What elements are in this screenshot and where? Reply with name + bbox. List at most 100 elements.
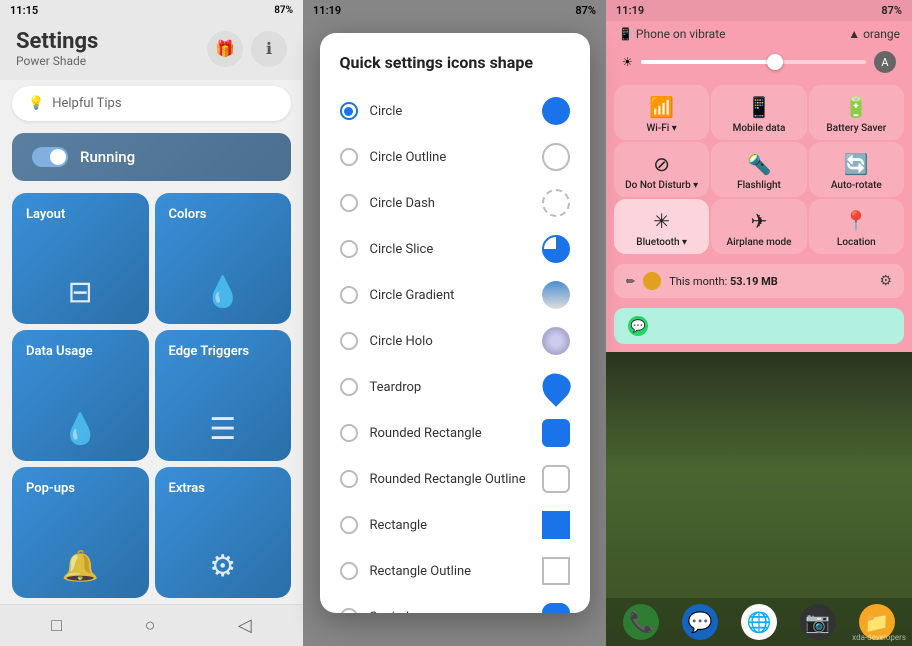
shape-preview-circle-gradient (542, 281, 570, 309)
radio-rounded-rect-outline (340, 470, 358, 488)
shape-label-dash: Circle Dash (370, 196, 530, 211)
shape-label-rounded-rect-outline: Rounded Rectangle Outline (370, 472, 530, 487)
battery-saver-icon: 🔋 (844, 95, 869, 119)
battery-1: 87% (274, 5, 293, 16)
layout-label: Layout (26, 207, 65, 222)
radio-rounded-rect (340, 424, 358, 442)
dialog-card: Quick settings icons shape Circle Circle… (320, 33, 590, 613)
notif-panel: 11:19 87% 📳 Phone on vibrate ▲ orange ☀ … (606, 0, 912, 646)
shape-preview-rounded-rect-outline (542, 465, 570, 493)
radio-circle-outline (340, 148, 358, 166)
edge-triggers-label: Edge Triggers (169, 344, 250, 359)
battery-saver-label: Battery Saver (826, 123, 886, 134)
extras-icon: ⚙ (209, 549, 236, 584)
radio-circle-dash (340, 194, 358, 212)
shape-label-squircle: Squircle (370, 610, 530, 614)
shape-label-gradient: Circle Gradient (370, 288, 530, 303)
shape-preview-rounded-rect (542, 419, 570, 447)
data-usage-label: This month: 53.19 MB (669, 275, 778, 288)
chrome-dock-icon[interactable]: 🌐 (741, 604, 777, 640)
gift-icon[interactable]: 🎁 (207, 31, 243, 67)
running-label: Running (80, 148, 135, 166)
layout-icon: ⊟ (68, 275, 93, 310)
brightness-thumb (767, 54, 783, 70)
settings-header: Settings Power Shade 🎁 ℹ (0, 21, 303, 80)
qs-tile-flashlight[interactable]: 🔦 Flashlight (711, 142, 806, 197)
qs-tile-dnd[interactable]: ⊘ Do Not Disturb ▾ (614, 142, 709, 197)
qs-tile-battery-saver[interactable]: 🔋 Battery Saver (809, 85, 904, 140)
menu-tile-edge-triggers[interactable]: Edge Triggers ☰ (155, 330, 292, 461)
helpful-tips-button[interactable]: 💡 Helpful Tips (12, 86, 291, 121)
data-circle-icon (643, 272, 661, 290)
shape-label-rectangle-outline: Rectangle Outline (370, 564, 530, 579)
menu-tile-colors[interactable]: Colors 💧 (155, 193, 292, 324)
menu-tile-extras[interactable]: Extras ⚙ (155, 467, 292, 598)
nav-square-1[interactable]: □ (51, 615, 62, 636)
settings-panel: 11:15 87% Settings Power Shade 🎁 ℹ 💡 Hel… (0, 0, 303, 646)
running-bar[interactable]: Running (12, 133, 291, 181)
camera-dock-icon[interactable]: 📷 (800, 604, 836, 640)
shape-option-circle-dash[interactable]: Circle Dash (320, 180, 590, 226)
settings-gear-icon[interactable]: ⚙ (879, 273, 892, 289)
nav-circle-1[interactable]: ○ (145, 615, 156, 636)
notif-top-row: 📳 Phone on vibrate ▲ orange (606, 21, 912, 47)
popups-label: Pop-ups (26, 481, 75, 496)
qs-tile-location[interactable]: 📍 Location (809, 199, 904, 254)
shape-option-teardrop[interactable]: Teardrop (320, 364, 590, 410)
shape-option-squircle[interactable]: Squircle (320, 594, 590, 613)
radio-rectangle-outline (340, 562, 358, 580)
whatsapp-icon: 💬 (628, 316, 648, 336)
messages-dock-icon[interactable]: 💬 (682, 604, 718, 640)
helpful-tips-label: Helpful Tips (52, 96, 121, 111)
menu-tile-layout[interactable]: Layout ⊟ (12, 193, 149, 324)
mobile-data-label: Mobile data (733, 123, 786, 134)
brightness-track[interactable] (641, 60, 866, 64)
dnd-label: Do Not Disturb ▾ (625, 180, 698, 191)
qs-tile-mobile-data[interactable]: 📱 Mobile data (711, 85, 806, 140)
phone-dock-icon[interactable]: 📞 (623, 604, 659, 640)
menu-grid: Layout ⊟ Colors 💧 Data Usage 💧 Edge Trig… (0, 187, 303, 604)
shape-option-circle-slice[interactable]: Circle Slice (320, 226, 590, 272)
shape-option-circle-outline[interactable]: Circle Outline (320, 134, 590, 180)
qs-tile-autorotate[interactable]: 🔄 Auto-rotate (809, 142, 904, 197)
shape-option-circle-holo[interactable]: Circle Holo (320, 318, 590, 364)
location-icon: 📍 (844, 209, 869, 233)
radio-circle (340, 102, 358, 120)
menu-tile-data-usage[interactable]: Data Usage 💧 (12, 330, 149, 461)
shape-label-rounded-rect: Rounded Rectangle (370, 426, 530, 441)
shape-preview-circle-holo (542, 327, 570, 355)
dnd-icon: ⊘ (653, 152, 670, 176)
shape-option-rounded-rect[interactable]: Rounded Rectangle (320, 410, 590, 456)
status-bar-3: 11:19 87% (606, 0, 912, 21)
brightness-slider-row: ☀ A (606, 47, 912, 81)
shape-preview-squircle (542, 603, 570, 613)
qs-tile-bluetooth[interactable]: ✳ Bluetooth ▾ (614, 199, 709, 254)
watermark-text: xda-developers (852, 633, 906, 642)
radio-circle-gradient (340, 286, 358, 304)
shape-option-rectangle[interactable]: Rectangle (320, 502, 590, 548)
mobile-data-icon: 📱 (747, 95, 772, 119)
shape-option-circle-gradient[interactable]: Circle Gradient (320, 272, 590, 318)
settings-subtitle: Power Shade (16, 54, 98, 68)
shape-preview-circle (542, 97, 570, 125)
nav-bar-1: □ ○ ◁ (0, 604, 303, 646)
qs-tile-airplane[interactable]: ✈ Airplane mode (711, 199, 806, 254)
shape-label-slice: Circle Slice (370, 242, 530, 257)
nav-back-1[interactable]: ◁ (238, 615, 252, 636)
whatsapp-notification[interactable]: 💬 (614, 308, 904, 344)
shape-option-rounded-rect-outline[interactable]: Rounded Rectangle Outline (320, 456, 590, 502)
qs-tile-wifi[interactable]: 📶 Wi-Fi ▾ (614, 85, 709, 140)
edge-triggers-icon: ☰ (209, 412, 236, 447)
info-icon[interactable]: ℹ (251, 31, 287, 67)
shape-option-rectangle-outline[interactable]: Rectangle Outline (320, 548, 590, 594)
shape-preview-rectangle-outline (542, 557, 570, 585)
brightness-icon: ☀ (622, 55, 633, 69)
shape-label: Circle (370, 104, 530, 119)
settings-header-icons: 🎁 ℹ (207, 31, 287, 67)
shape-preview-teardrop (536, 367, 576, 407)
running-toggle[interactable] (32, 147, 68, 167)
airplane-label: Airplane mode (726, 237, 791, 248)
colors-label: Colors (169, 207, 207, 222)
menu-tile-popups[interactable]: Pop-ups 🔔 (12, 467, 149, 598)
shape-option-circle[interactable]: Circle (320, 88, 590, 134)
